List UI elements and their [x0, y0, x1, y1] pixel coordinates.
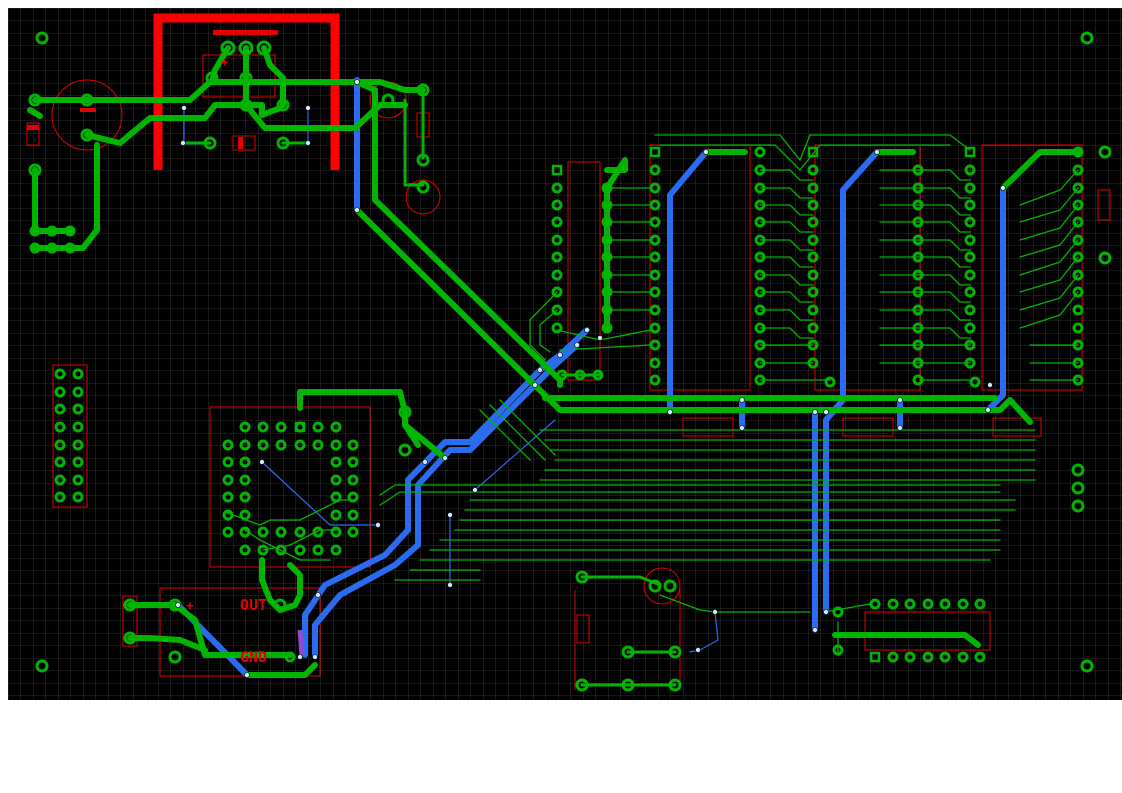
diode-band	[238, 137, 243, 149]
regulator-tab	[213, 30, 278, 35]
gnd-label: GND	[240, 648, 267, 666]
pcb-layout-view: OUT GND + +	[8, 8, 1122, 700]
plus-label-output: +	[186, 599, 194, 614]
bottom-copper-jumper	[297, 629, 305, 656]
resistor-band-left	[27, 125, 39, 130]
out-label: OUT	[240, 596, 267, 614]
plus-label-regulator: +	[221, 55, 228, 69]
capacitor-band	[80, 108, 96, 112]
